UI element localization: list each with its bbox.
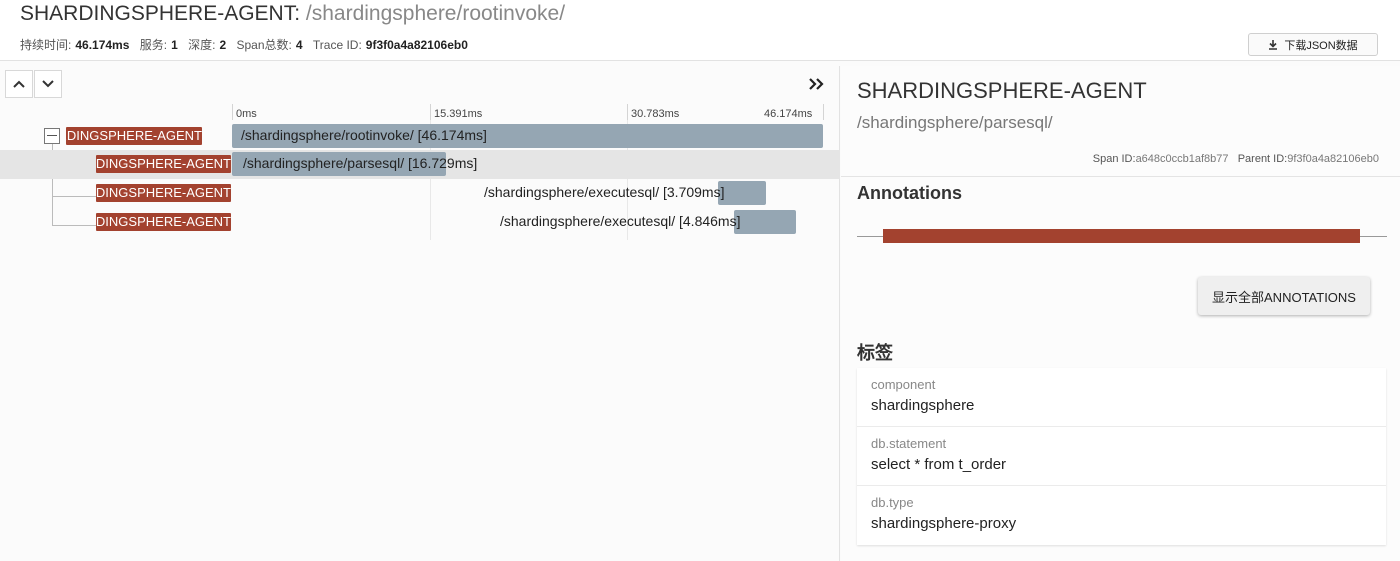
- span-label: /shardingsphere/executesql/ [4.846ms]: [500, 213, 741, 229]
- span-service-name: SHARDINGSPHERE-AGENT: [66, 128, 202, 143]
- tag-key: component: [871, 377, 936, 392]
- span-row-parsesql[interactable]: SHARDINGSPHERE-AGENT /shardingsphere/par…: [0, 150, 840, 179]
- tag-key: db.type: [871, 495, 914, 510]
- meta-span-count-value: 4: [295, 38, 303, 52]
- meta-duration-label: 持续时间:: [20, 38, 72, 52]
- tags-title: 标签: [857, 343, 893, 363]
- expand-detail-button[interactable]: [806, 74, 826, 94]
- span-bar: [718, 181, 766, 205]
- tag-value: shardingsphere: [871, 397, 975, 414]
- span-row-executesql[interactable]: SHARDINGSPHERE-AGENT /shardingsphere/exe…: [0, 179, 840, 208]
- span-id-label: Span ID:: [1092, 153, 1136, 165]
- meta-services-value: 1: [171, 38, 178, 52]
- span-detail-panel: SHARDINGSPHERE-AGENT /shardingsphere/par…: [841, 66, 1400, 561]
- meta-depth-value: 2: [219, 38, 227, 52]
- annotation-bar: [883, 229, 1360, 243]
- tag-item: component shardingsphere: [857, 368, 1386, 427]
- next-span-button[interactable]: [34, 70, 62, 98]
- chevron-down-icon: [42, 80, 54, 88]
- trace-header: SHARDINGSPHERE-AGENT: /shardingsphere/ro…: [0, 0, 1400, 61]
- parent-id-value: 9f3f0a4a82106eb0: [1287, 153, 1379, 165]
- axis-tick-label: 46.174ms: [764, 108, 813, 120]
- span-service-badge: SHARDINGSPHERE-AGENT: [96, 213, 231, 231]
- tag-item: db.type shardingsphere-proxy: [857, 486, 1386, 545]
- span-service-badge: SHARDINGSPHERE-AGENT: [96, 155, 231, 173]
- axis-tick-mark: [823, 104, 824, 120]
- detail-ids: Span ID:a648c0ccb1af8b77 Parent ID:9f3f0…: [1093, 153, 1379, 165]
- title-separator: :: [294, 2, 306, 25]
- span-label: /shardingsphere/executesql/ [3.709ms]: [484, 184, 725, 200]
- detail-service-name: SHARDINGSPHERE-AGENT: [857, 78, 1147, 103]
- trace-root-path: /shardingsphere/rootinvoke/: [305, 2, 566, 25]
- span-service-name: SHARDINGSPHERE-AGENT: [96, 214, 231, 229]
- divider: [841, 176, 1400, 177]
- span-service-badge: SHARDINGSPHERE-AGENT: [96, 184, 231, 202]
- axis-tick-mark: [627, 104, 628, 120]
- tag-item: db.statement select * from t_order: [857, 427, 1386, 486]
- annotations-title: Annotations: [857, 183, 962, 203]
- span-id-value: a648c0ccb1af8b77: [1135, 153, 1229, 165]
- span-service-badge: SHARDINGSPHERE-AGENT: [66, 127, 202, 145]
- span-service-name: SHARDINGSPHERE-AGENT: [96, 185, 231, 200]
- tags-list: component shardingsphere db.statement se…: [857, 368, 1386, 545]
- parent-id-label: Parent ID:: [1237, 153, 1288, 165]
- tag-value: select * from t_order: [871, 456, 1007, 473]
- axis-tick-label: 30.783ms: [631, 108, 680, 120]
- meta-span-count-label: Span总数:: [236, 38, 292, 52]
- axis-tick-label: 15.391ms: [434, 108, 483, 120]
- tag-key: db.statement: [871, 436, 947, 451]
- double-chevron-right-icon: [809, 78, 824, 90]
- prev-span-button[interactable]: [5, 70, 33, 98]
- axis-tick-label: 0ms: [236, 108, 257, 120]
- meta-trace-id-value: 9f3f0a4a82106eb0: [365, 38, 468, 52]
- show-all-annotations-button[interactable]: 显示全部ANNOTATIONS: [1198, 277, 1370, 315]
- trace-service-name: SHARDINGSPHERE-AGENT: [20, 2, 295, 25]
- span-row-executesql[interactable]: SHARDINGSPHERE-AGENT /shardingsphere/exe…: [0, 208, 840, 237]
- detail-span-path: /shardingsphere/parsesql/: [857, 113, 1053, 132]
- trace-meta: 持续时间: 46.174ms 服务: 1 深度: 2 Span总数: 4 Trace I…: [20, 36, 475, 53]
- meta-duration-value: 46.174ms: [75, 38, 130, 52]
- span-label: /shardingsphere/rootinvoke/ [46.174ms]: [241, 127, 487, 143]
- span-row-rootinvoke[interactable]: SHARDINGSPHERE-AGENT /shardingsphere/roo…: [0, 122, 840, 151]
- tag-value: shardingsphere-proxy: [871, 515, 1017, 532]
- chevron-up-icon: [13, 80, 25, 88]
- span-bar: [733, 210, 796, 234]
- axis-tick-mark: [232, 104, 233, 120]
- meta-depth-label: 深度:: [188, 38, 216, 52]
- meta-services-label: 服务:: [139, 38, 168, 52]
- download-json-label: 下载JSON数据: [1284, 39, 1358, 52]
- trace-timeline-panel: 0ms 15.391ms 30.783ms 46.174ms SHARDINGS…: [0, 66, 840, 561]
- axis-tick-mark: [430, 104, 431, 120]
- span-service-name: SHARDINGSPHERE-AGENT: [96, 156, 231, 171]
- meta-trace-id-label: Trace ID:: [312, 38, 362, 52]
- span-label: /shardingsphere/parsesql/ [16.729ms]: [243, 155, 478, 171]
- download-json-button[interactable]: 下载JSON数据: [1248, 33, 1378, 56]
- trace-title: SHARDINGSPHERE-AGENT: /shardingsphere/ro…: [20, 2, 565, 26]
- download-icon: [1269, 39, 1278, 50]
- collapse-toggle[interactable]: [44, 128, 60, 144]
